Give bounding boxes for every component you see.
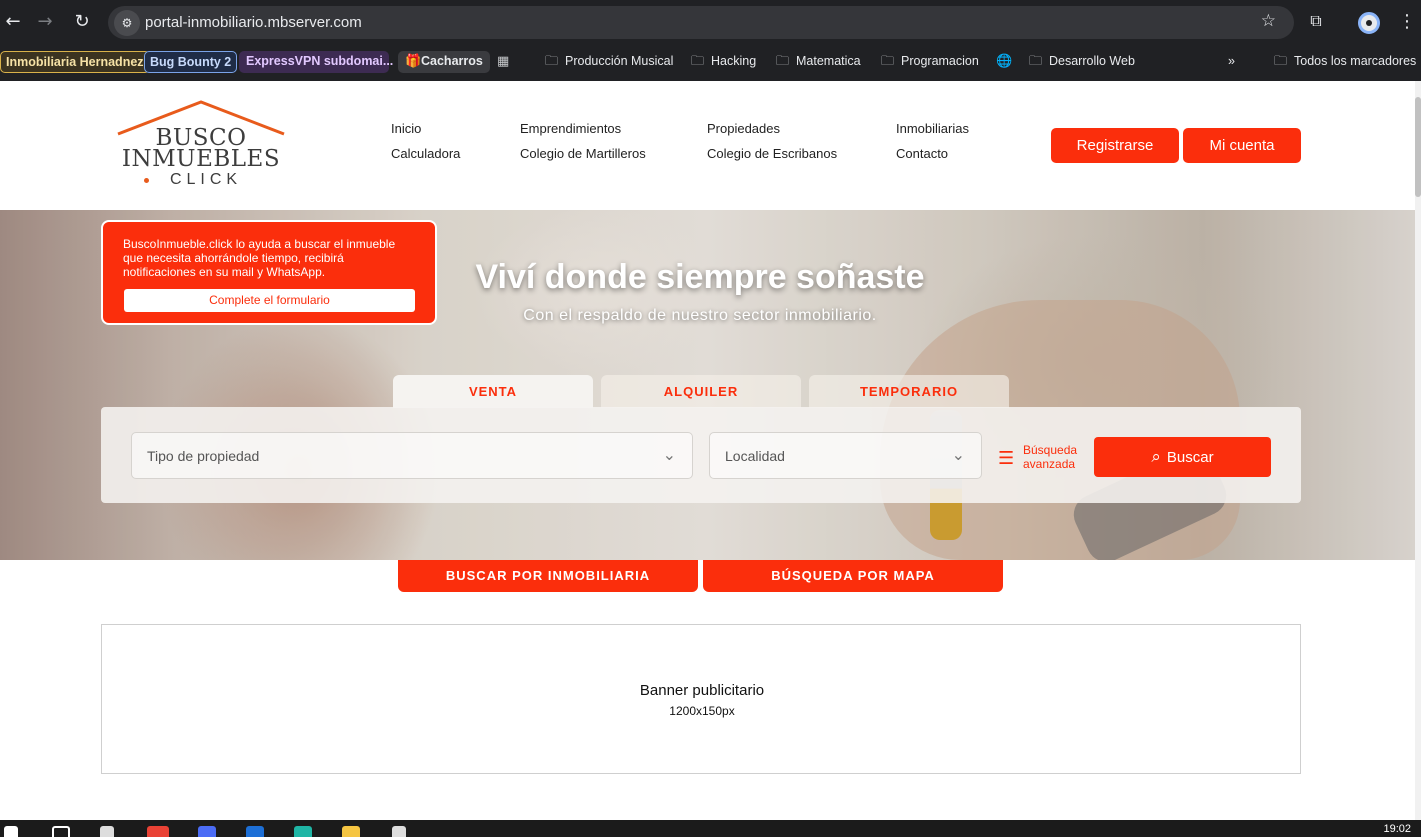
browser-menu-icon[interactable]: ⋮ bbox=[1398, 11, 1416, 32]
nav-colegio-martilleros[interactable]: Colegio de Martilleros bbox=[520, 146, 646, 161]
bookmark-label: Hacking bbox=[711, 54, 757, 68]
page-scrollbar[interactable] bbox=[1415, 81, 1421, 820]
my-account-button[interactable]: Mi cuenta bbox=[1183, 128, 1301, 163]
advanced-search-link[interactable]: ☰ Búsqueda avanzada bbox=[998, 443, 1088, 473]
nav-contacto[interactable]: Contacto bbox=[896, 146, 948, 161]
bookmark-label: Todos los marcadores bbox=[1294, 54, 1417, 68]
tab-temporario[interactable]: TEMPORARIO bbox=[809, 375, 1009, 408]
logo-line-3: CLICK bbox=[169, 171, 243, 188]
profile-avatar[interactable] bbox=[1358, 12, 1380, 34]
hero-section: Viví donde siempre soñaste Con el respal… bbox=[0, 210, 1415, 560]
folder-icon: 🗀 bbox=[691, 54, 705, 69]
bookmark-folder-hacking[interactable]: 🗀 Hacking bbox=[691, 51, 756, 73]
task-view-icon[interactable] bbox=[100, 826, 114, 837]
bookmark-label: Matematica bbox=[796, 54, 861, 68]
apps-grid-icon[interactable]: ▦ bbox=[497, 51, 513, 73]
nav-calculadora[interactable]: Calculadora bbox=[391, 146, 460, 161]
reload-icon[interactable]: ↻ bbox=[71, 11, 93, 33]
back-icon[interactable]: ← bbox=[2, 11, 24, 33]
chevron-down-icon: ⌄ bbox=[662, 445, 676, 464]
bookmark-label: Programacion bbox=[901, 54, 979, 68]
bookmark-label: Desarrollo Web bbox=[1049, 54, 1135, 68]
app-icon[interactable] bbox=[198, 826, 216, 837]
sliders-icon: ☰ bbox=[998, 448, 1015, 469]
banner-size: 1200x150px bbox=[669, 704, 735, 718]
property-type-placeholder: Tipo de propiedad bbox=[147, 448, 260, 464]
bookmark-inmobiliaria-hernandez[interactable]: Inmobiliaria Hernadnez bbox=[0, 51, 150, 73]
bookmark-folder-desarrollo-web[interactable]: 🗀 Desarrollo Web bbox=[1029, 51, 1135, 73]
advanced-search-label: Búsqueda avanzada bbox=[1023, 443, 1078, 471]
gift-icon: 🎁 bbox=[405, 54, 422, 69]
bookmark-bug-bounty[interactable]: Bug Bounty 2 bbox=[144, 51, 238, 73]
search-icon[interactable] bbox=[52, 826, 70, 837]
bookmark-folder-programacion[interactable]: 🗀 Programacion bbox=[881, 51, 979, 73]
bookmarks-overflow-icon[interactable]: » bbox=[1228, 51, 1235, 73]
location-select[interactable]: Localidad ⌄ bbox=[709, 432, 982, 479]
app-icon[interactable] bbox=[392, 826, 406, 837]
bookmark-folder-matematica[interactable]: 🗀 Matematica bbox=[776, 51, 861, 73]
tab-alquiler[interactable]: ALQUILER bbox=[601, 375, 801, 408]
globe-icon[interactable]: 🌐 bbox=[996, 51, 1012, 73]
search-button-label: Buscar bbox=[1166, 449, 1214, 466]
complete-form-button[interactable]: Complete el formulario bbox=[124, 289, 415, 312]
search-panel: Tipo de propiedad ⌄ Localidad ⌄ ☰ Búsque… bbox=[101, 407, 1301, 503]
search-by-agency-button[interactable]: BUSCAR POR INMOBILIARIA bbox=[398, 560, 698, 592]
address-bar-row: ← → ↻ ⚙ portal-inmobiliario.mbserver.com… bbox=[0, 0, 1421, 44]
logo-line-2: INMUEBLES bbox=[121, 146, 281, 172]
bookmark-folder-all[interactable]: 🗀 Todos los marcadores bbox=[1274, 51, 1416, 73]
location-placeholder: Localidad bbox=[725, 448, 785, 464]
site-logo[interactable]: BUSCO INMUEBLES CLICK bbox=[116, 99, 286, 191]
bookmark-expressvpn[interactable]: ExpressVPN subdomai... bbox=[239, 51, 393, 73]
address-bar[interactable]: ⚙ portal-inmobiliario.mbserver.com ☆ bbox=[108, 6, 1294, 39]
ad-banner[interactable]: Banner publicitario 1200x150px bbox=[101, 624, 1301, 774]
nav-propiedades[interactable]: Propiedades bbox=[707, 121, 780, 136]
search-by-map-button[interactable]: BÚSQUEDA POR MAPA bbox=[703, 560, 1003, 592]
bookmark-star-icon[interactable]: ☆ bbox=[1261, 11, 1276, 31]
bookmarks-bar: Inmobiliaria Hernadnez Bug Bounty 2 Expr… bbox=[0, 44, 1421, 81]
edge-icon[interactable] bbox=[294, 826, 312, 837]
folder-icon: 🗀 bbox=[1274, 54, 1288, 69]
promo-box: BuscoInmueble.click lo ayuda a buscar el… bbox=[101, 220, 437, 325]
folder-icon: 🗀 bbox=[1029, 54, 1043, 69]
property-type-select[interactable]: Tipo de propiedad ⌄ bbox=[131, 432, 693, 479]
tab-venta[interactable]: VENTA bbox=[393, 375, 593, 408]
forward-icon[interactable]: → bbox=[34, 11, 56, 33]
web-page: BUSCO INMUEBLES CLICK Inicio Calculadora… bbox=[0, 81, 1415, 820]
register-button[interactable]: Registrarse bbox=[1051, 128, 1179, 163]
bookmark-label: Cacharros bbox=[421, 54, 483, 68]
chrome-icon[interactable] bbox=[147, 826, 169, 837]
folder-icon: 🗀 bbox=[776, 54, 790, 69]
browser-chrome: ← → ↻ ⚙ portal-inmobiliario.mbserver.com… bbox=[0, 0, 1421, 81]
search-button[interactable]: ⌕ Buscar bbox=[1094, 437, 1271, 477]
scrollbar-thumb[interactable] bbox=[1415, 97, 1421, 197]
banner-title: Banner publicitario bbox=[639, 682, 765, 699]
folder-icon: 🗀 bbox=[881, 54, 895, 69]
promo-text: BuscoInmueble.click lo ayuda a buscar el… bbox=[123, 237, 396, 279]
chevron-down-icon: ⌄ bbox=[951, 445, 965, 464]
bookmark-label: Producción Musical bbox=[565, 54, 674, 68]
nav-emprendimientos[interactable]: Emprendimientos bbox=[520, 121, 621, 136]
folder-icon: 🗀 bbox=[545, 54, 559, 69]
outlook-icon[interactable] bbox=[246, 826, 264, 837]
nav-inicio[interactable]: Inicio bbox=[391, 121, 421, 136]
start-icon[interactable] bbox=[4, 826, 18, 837]
search-icon: ⌕ bbox=[1151, 447, 1161, 467]
bookmark-cacharros[interactable]: 🎁Cacharros bbox=[398, 51, 490, 73]
nav-inmobiliarias[interactable]: Inmobiliarias bbox=[896, 121, 969, 136]
extensions-icon[interactable]: ⧉ bbox=[1305, 11, 1327, 33]
file-explorer-icon[interactable] bbox=[342, 826, 360, 837]
site-info-icon[interactable]: ⚙ bbox=[114, 10, 140, 36]
taskbar: 19:02 bbox=[0, 820, 1421, 837]
nav-colegio-escribanos[interactable]: Colegio de Escribanos bbox=[707, 146, 837, 161]
url-text[interactable]: portal-inmobiliario.mbserver.com bbox=[145, 14, 362, 31]
bookmark-folder-produccion-musical[interactable]: 🗀 Producción Musical bbox=[545, 51, 673, 73]
taskbar-clock: 19:02 bbox=[1383, 823, 1411, 835]
